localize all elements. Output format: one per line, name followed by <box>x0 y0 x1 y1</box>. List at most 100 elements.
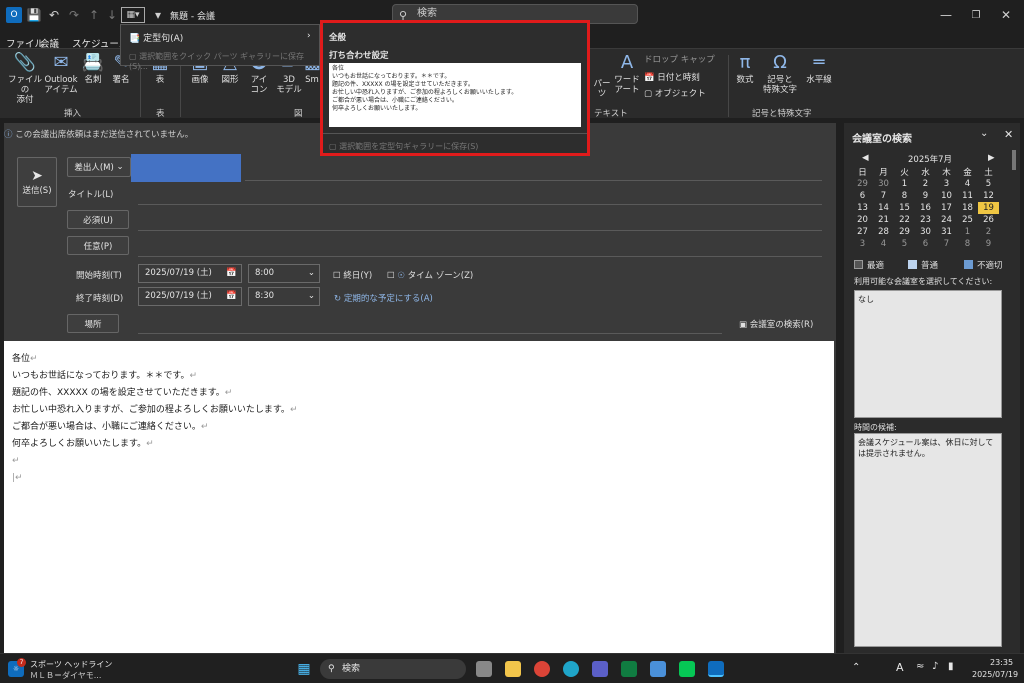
calendar-day[interactable]: 16 <box>915 202 936 214</box>
calendar-day[interactable]: 7 <box>936 238 957 250</box>
pane-scrollbar[interactable] <box>1012 150 1016 170</box>
save-to-gallery-menu-item[interactable]: ▢ 選択範囲をクイック パーツ ギャラリーに保存(S)... <box>129 51 319 71</box>
send-button[interactable]: ➤ 送信(S) <box>17 157 57 207</box>
calendar-day[interactable]: 11 <box>957 190 978 202</box>
task-view-icon[interactable] <box>476 661 492 677</box>
room-list-item[interactable]: なし <box>858 295 874 304</box>
end-time-field[interactable]: 8:30 ⌄ <box>248 287 320 306</box>
start-date-field[interactable]: 2025/07/19 (土) 📅 <box>138 264 242 283</box>
save-icon[interactable]: 💾 <box>26 7 42 23</box>
calendar-day[interactable]: 30 <box>873 178 894 190</box>
wifi-icon[interactable]: ≈ <box>916 661 924 672</box>
outlook-item-button[interactable]: ✉ Outlook アイテム <box>44 53 78 96</box>
outlook-icon[interactable] <box>708 661 724 677</box>
calendar-day[interactable]: 28 <box>873 226 894 238</box>
calendar-day[interactable]: 10 <box>936 190 957 202</box>
clock-time[interactable]: 23:35 <box>990 658 1013 667</box>
undo-icon[interactable]: ↶ <box>46 7 62 23</box>
minimize-icon[interactable]: — <box>938 7 954 23</box>
optional-button[interactable]: 任意(P) <box>67 236 129 255</box>
room-finder-toggle[interactable]: ▣ 会議室の検索(R) <box>739 318 813 330</box>
battery-icon[interactable]: ▮ <box>948 661 954 672</box>
pane-collapse-icon[interactable]: ⌄ <box>980 128 988 139</box>
calendar-day[interactable]: 19 <box>978 202 999 214</box>
chrome-icon[interactable] <box>534 661 550 677</box>
from-button[interactable]: 差出人(M) ⌄ <box>67 157 131 177</box>
calendar-day[interactable]: 15 <box>894 202 915 214</box>
save-to-autotext-item[interactable]: ▢ 選択範囲を定型句ギャラリーに保存(S) <box>329 141 478 152</box>
object-button[interactable]: ▢ オブジェクト <box>644 89 706 99</box>
autotext-entry-preview[interactable]: 各位 いつもお世話になっております。＊＊です。 題記の件、XXXXX の場を設定… <box>329 63 581 127</box>
file-explorer-icon[interactable] <box>505 661 521 677</box>
close-icon[interactable]: ✕ <box>998 7 1014 23</box>
next-month-icon[interactable]: ▶ <box>988 153 995 163</box>
calendar-day[interactable]: 6 <box>852 190 873 202</box>
allday-checkbox[interactable]: ☐ 終日(Y) <box>333 269 372 281</box>
redo-icon[interactable]: ↷ <box>66 7 82 23</box>
prev-month-icon[interactable]: ◀ <box>862 153 869 163</box>
windows-start-icon[interactable]: ▦ <box>296 661 312 677</box>
calendar-day[interactable]: 1 <box>957 226 978 238</box>
optional-input-line[interactable] <box>138 256 822 257</box>
volume-icon[interactable]: ♪ <box>932 661 938 672</box>
location-button[interactable]: 場所 <box>67 314 119 333</box>
calendar-day[interactable]: 29 <box>894 226 915 238</box>
pane-close-icon[interactable]: ✕ <box>1004 128 1013 141</box>
equation-button[interactable]: π 数式 <box>732 53 758 86</box>
quick-parts-icon[interactable]: ▦▾ <box>121 7 145 23</box>
calendar-day[interactable]: 29 <box>852 178 873 190</box>
customize-qat-icon[interactable]: ▾ <box>150 7 166 23</box>
message-body[interactable]: 各位↵ いつもお世話になっております。＊＊です。↵ 題記の件、XXXXX の場を… <box>4 341 834 653</box>
calendar-day[interactable]: 2 <box>915 178 936 190</box>
calendar-day[interactable]: 25 <box>957 214 978 226</box>
attach-file-button[interactable]: 📎 ファイルの 添付 <box>8 53 42 106</box>
calendar-day[interactable]: 2 <box>978 226 999 238</box>
location-input-line[interactable] <box>138 333 722 334</box>
maximize-icon[interactable]: ❐ <box>968 7 984 23</box>
calendar-day[interactable]: 27 <box>852 226 873 238</box>
wordart-button[interactable]: A ワード アート <box>614 53 640 96</box>
calendar-day[interactable]: 5 <box>978 178 999 190</box>
calendar-day[interactable]: 1 <box>894 178 915 190</box>
calendar-day[interactable]: 9 <box>978 238 999 250</box>
edge-icon[interactable] <box>563 661 579 677</box>
recurring-link[interactable]: ↻ 定期的な予定にする(A) <box>334 292 433 304</box>
room-list[interactable]: なし <box>854 290 1002 418</box>
excel-icon[interactable] <box>621 661 637 677</box>
calendar-day[interactable]: 23 <box>915 214 936 226</box>
taskbar-search[interactable]: ⚲ 検索 <box>320 659 466 679</box>
calendar-day[interactable]: 31 <box>936 226 957 238</box>
required-input-line[interactable] <box>138 230 822 231</box>
calendar-day[interactable]: 18 <box>957 202 978 214</box>
end-date-field[interactable]: 2025/07/19 (土) 📅 <box>138 287 242 306</box>
ime-icon[interactable]: A <box>896 661 904 674</box>
timezone-checkbox[interactable]: ☐ ☉ タイム ゾーン(Z) <box>387 269 473 281</box>
drop-cap-button[interactable]: ドロップ キャップ <box>644 55 715 65</box>
calendar-day[interactable]: 22 <box>894 214 915 226</box>
calendar-day[interactable]: 14 <box>873 202 894 214</box>
notepad-icon[interactable] <box>650 661 666 677</box>
clock-date[interactable]: 2025/07/19 <box>972 670 1018 679</box>
calendar-day[interactable]: 21 <box>873 214 894 226</box>
from-value-field[interactable] <box>131 154 241 182</box>
calendar-day[interactable]: 8 <box>957 238 978 250</box>
autotext-entry-title[interactable]: 打ち合わせ設定 <box>329 49 389 61</box>
calendar-day[interactable]: 5 <box>894 238 915 250</box>
quick-parts-button[interactable]: パーツ <box>592 79 612 99</box>
calendar-day[interactable]: 13 <box>852 202 873 214</box>
symbol-button[interactable]: Ω 記号と 特殊文字 <box>760 53 800 96</box>
calendar-day[interactable]: 26 <box>978 214 999 226</box>
news-subtitle[interactable]: ＭＬＢ＝ダイヤモ... <box>30 670 101 681</box>
date-time-button[interactable]: 📅 日付と時刻 <box>644 73 700 83</box>
calendar-day[interactable]: 6 <box>915 238 936 250</box>
calendar-day[interactable]: 3 <box>852 238 873 250</box>
tray-chevron-icon[interactable]: ⌃ <box>852 662 860 673</box>
start-time-field[interactable]: 8:00 ⌄ <box>248 264 320 283</box>
autotext-menu-item[interactable]: 📑 定型句(A) <box>129 31 183 44</box>
title-input-line[interactable] <box>138 204 822 205</box>
calendar-day[interactable]: 7 <box>873 190 894 202</box>
calendar-day[interactable]: 4 <box>873 238 894 250</box>
news-title[interactable]: スポーツ ヘッドライン <box>30 659 112 670</box>
calendar-day[interactable]: 12 <box>978 190 999 202</box>
line-icon[interactable] <box>679 661 695 677</box>
